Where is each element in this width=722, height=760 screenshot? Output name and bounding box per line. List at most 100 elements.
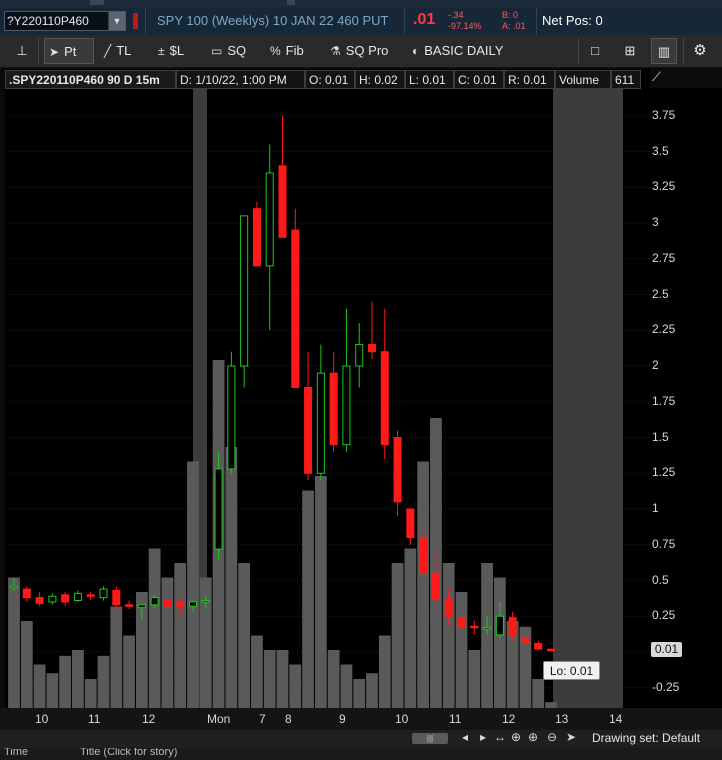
candle-body — [495, 615, 504, 636]
chart-style-icon[interactable]: ▥ — [651, 38, 677, 64]
y-tick-label: 1.75 — [652, 393, 676, 408]
fibonacci-tool-button[interactable]: % Fib — [266, 38, 314, 64]
candle-body — [304, 386, 313, 474]
y-tick-label: 2 — [652, 358, 659, 372]
pan-icon[interactable]: ↔ — [494, 730, 506, 744]
bar-range: R: 0.01 — [504, 70, 555, 89]
x-tick-label: 10 — [35, 712, 49, 726]
volume-bar — [289, 664, 302, 708]
volume-bar — [455, 592, 468, 708]
volume-bar — [97, 655, 110, 708]
drawing-icon[interactable]: ⟋ — [652, 69, 670, 87]
zoom-out-icon[interactable]: ⊖ — [547, 730, 557, 744]
chart-info-bar: .SPY220110P460 90 D 15m D: 1/10/22, 1:00… — [5, 70, 641, 89]
symbol-header: ?Y220110P460 ▼ SPY 100 (Weeklys) 10 JAN … — [0, 7, 722, 36]
volume-bar — [442, 563, 455, 708]
single-layout-icon[interactable]: □ — [584, 38, 606, 64]
time-axis[interactable]: 10 11 12 Mon 7 8 9 10 11 12 13 14 — [0, 708, 722, 730]
volume-bar — [148, 548, 161, 708]
y-tick-label: 1.25 — [652, 465, 676, 480]
percent-icon: % — [270, 44, 281, 58]
price-level-tool-button[interactable]: ± $L — [154, 38, 198, 64]
divider — [404, 7, 405, 35]
horizontal-scrollbar[interactable]: ||| — [412, 733, 448, 744]
low-price-tooltip: Lo: 0.01 — [543, 661, 600, 680]
sq-pro-tool-button[interactable]: ⚗ SQ Pro — [326, 38, 396, 64]
divider — [38, 38, 39, 64]
volume-bar — [481, 563, 493, 708]
cursor-arrow-icon: ➤ — [49, 45, 60, 59]
volume-bar — [532, 679, 545, 708]
volume-bar — [327, 650, 340, 708]
basic-daily-button[interactable]: ◐ BASIC DAILY — [408, 38, 518, 64]
volume-bar — [276, 650, 289, 708]
pointer-tool-button[interactable]: ➤ Pt — [44, 38, 94, 64]
cursor-icon[interactable]: ➤ — [566, 730, 576, 744]
candle-body — [137, 604, 146, 609]
candle-body — [470, 625, 479, 629]
volume-bar — [493, 577, 506, 708]
crosshair-icon[interactable]: ⊕ — [511, 730, 521, 744]
volume-bar — [46, 673, 59, 708]
candle-body — [48, 595, 57, 603]
y-tick-label: 3.5 — [652, 143, 669, 158]
candle-body — [240, 215, 249, 367]
time-column-header[interactable]: Time — [4, 748, 28, 758]
chart-title: .SPY220110P460 90 D 15m — [5, 70, 176, 89]
future-area-shade — [553, 88, 623, 708]
price-chart[interactable] — [5, 69, 650, 708]
link-color-indicator[interactable] — [133, 13, 138, 29]
zoom-in-icon[interactable]: ⊕ — [528, 730, 538, 744]
rectangle-icon: ▭ — [211, 44, 223, 58]
candle-body — [380, 351, 389, 446]
chevron-down-icon[interactable]: ▼ — [108, 12, 125, 30]
symbol-input[interactable]: ?Y220110P460 ▼ — [4, 11, 126, 31]
square-tool-button[interactable]: ▭ SQ — [207, 38, 257, 64]
volume-bar — [366, 673, 378, 708]
gear-icon[interactable]: ⚙ — [688, 38, 712, 64]
volume-bar — [84, 679, 97, 708]
current-price-badge: 0.01 — [651, 642, 682, 657]
candle-body — [125, 604, 134, 607]
y-tick-label: 3.75 — [652, 107, 676, 122]
candle-body — [508, 617, 517, 636]
y-tick-label: 3 — [652, 215, 659, 229]
scroll-right-icon[interactable]: ▸ — [480, 730, 486, 744]
trendline-tool-button[interactable]: ╱ TL — [100, 38, 144, 64]
candle-body — [534, 642, 543, 650]
candle-body — [291, 229, 300, 388]
window-top-strip — [0, 0, 722, 7]
candle-body — [86, 594, 95, 597]
volume-bar — [263, 650, 276, 708]
x-tick-label: 12 — [502, 712, 516, 726]
candle-body — [355, 344, 364, 367]
volume-bar — [110, 606, 123, 708]
grid-layout-icon[interactable]: ⊞ — [619, 38, 641, 64]
volume-bar — [340, 664, 353, 708]
x-tick-label: 8 — [285, 712, 292, 726]
candle-body — [61, 594, 70, 603]
divider — [683, 38, 684, 64]
instrument-description: SPY 100 (Weeklys) 10 JAN 22 460 PUT — [157, 13, 389, 28]
x-tick-label: 12 — [142, 712, 156, 726]
candle-body — [431, 572, 440, 600]
pin-icon[interactable]: ⊥ — [10, 38, 34, 64]
title-column-header[interactable]: Title (Click for story) — [80, 748, 177, 758]
change-percent: -97.14% — [448, 21, 482, 31]
price-level-icon: ± — [158, 44, 165, 58]
bid-value: B: 0 — [502, 10, 519, 20]
volume-bar — [33, 664, 46, 708]
candle-body — [546, 648, 556, 652]
candle-body — [329, 372, 338, 446]
drawing-set-selector[interactable]: Drawing set: Default — [592, 731, 700, 745]
volume-bar — [20, 621, 33, 708]
candle-body — [163, 600, 172, 607]
candle-body — [35, 597, 44, 604]
volume-bar — [8, 577, 20, 708]
divider — [145, 7, 146, 35]
chart-area[interactable] — [5, 69, 650, 708]
y-tick-label: 1.5 — [652, 429, 669, 444]
candle-body — [342, 365, 351, 446]
candle-body — [457, 617, 466, 629]
scroll-left-icon[interactable]: ◂ — [462, 730, 468, 744]
